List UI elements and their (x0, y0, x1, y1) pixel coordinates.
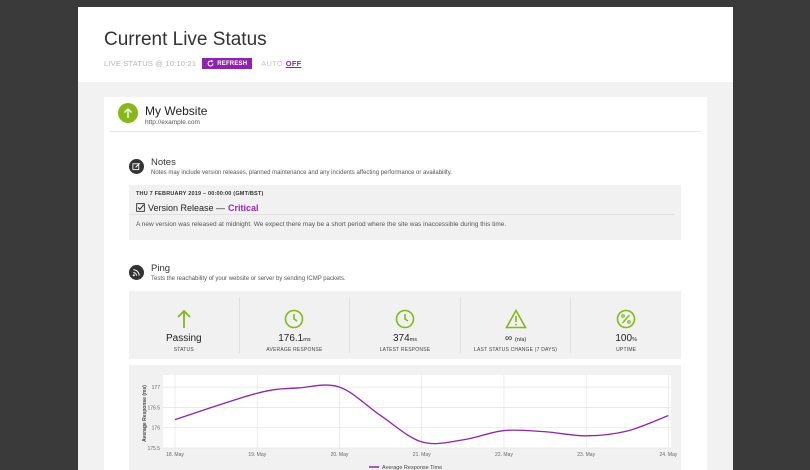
note-title-row: Version Release — Critical (129, 197, 675, 215)
chart-x-tick: 24. May (660, 452, 678, 458)
page-header: Current Live Status LIVE STATUS @ 10:10:… (78, 7, 733, 82)
percent-icon (616, 309, 636, 329)
stat-label: AVERAGE RESPONSE (266, 347, 323, 353)
response-chart-svg: 175.5 176 176.5 177 18. May 19. May 20. May 21.… (142, 375, 678, 470)
note-item: THU 7 FEBRUARY 2019 – 00:00:00 (GMT/BST)… (129, 185, 681, 240)
chart-x-tick: 21. May (413, 452, 431, 458)
stat-label: LATEST RESPONSE (379, 347, 431, 353)
stat-value: Passing (166, 333, 202, 344)
site-card: My Website http://example.com Notes Note… (104, 97, 707, 470)
refresh-button[interactable]: REFRESH (202, 58, 253, 69)
chart-x-tick: 20. May (331, 452, 349, 458)
page: Current Live Status LIVE STATUS @ 10:10:… (78, 7, 733, 470)
response-chart: 175.5 176 176.5 177 18. May 19. May 20. May 21.… (129, 365, 681, 470)
status-up-icon (118, 103, 138, 123)
stat-label: UPTIME (616, 347, 637, 353)
ping-description: Tests the reachability of your website o… (151, 276, 346, 282)
warning-icon (504, 309, 527, 329)
stat-status: Passing STATUS (129, 297, 240, 353)
notes-header: Notes Notes may include version releases… (129, 157, 452, 176)
note-date: THU 7 FEBRUARY 2019 – 00:00:00 (GMT/BST) (136, 191, 264, 197)
stat-average-response: 176.1ms AVERAGE RESPONSE (240, 297, 351, 353)
stat-uptime: 100% UPTIME (571, 297, 681, 353)
notes-description: Notes may include version releases, plan… (151, 170, 452, 176)
note-severity: Critical (228, 202, 259, 213)
chart-plot-area (163, 375, 671, 448)
live-status-timestamp: LIVE STATUS @ 10:10:21 (104, 59, 197, 68)
stat-value: 374ms (392, 333, 417, 344)
status-line: LIVE STATUS @ 10:10:21 REFRESH AUTO OFF (104, 58, 733, 69)
chart-y-axis-label: Average Response (ms) (142, 385, 148, 442)
stat-last-status-change: ∞ (n/a) LAST STATUS CHANGE (7 DAYS) (461, 297, 572, 353)
chart-y-tick: 176.5 (147, 405, 160, 411)
ping-signal-icon (129, 265, 144, 280)
refresh-icon (207, 60, 214, 67)
arrow-up-icon (176, 309, 192, 329)
chart-x-tick: 23. May (577, 452, 595, 458)
ping-stats: Passing STATUS 176.1ms AVERAGE RESPONSE … (129, 291, 681, 359)
clock-icon (395, 309, 415, 329)
clock-icon (284, 309, 304, 329)
chart-x-tick: 22. May (495, 452, 513, 458)
auto-label: AUTO (261, 59, 283, 68)
note-title: Version Release — (148, 202, 226, 213)
stat-value: ∞ (n/a) (504, 333, 527, 344)
note-body: A new version was released at midnight. … (136, 221, 507, 228)
stat-value: 176.1ms (278, 333, 311, 344)
chart-x-tick: 19. May (248, 452, 266, 458)
chart-y-tick: 176 (152, 426, 161, 432)
stat-label: LAST STATUS CHANGE (7 DAYS) (474, 347, 558, 353)
chart-y-tick: 175.5 (147, 446, 160, 452)
ping-title: Ping (151, 263, 171, 274)
auto-refresh-toggle[interactable]: OFF (286, 59, 302, 68)
chart-x-tick: 18. May (166, 452, 184, 458)
chart-legend-label: Average Response Time (382, 465, 442, 470)
notes-title: Notes (151, 157, 176, 168)
refresh-label: REFRESH (217, 60, 248, 67)
page-title: Current Live Status (104, 29, 267, 50)
notes-edit-icon (129, 159, 144, 174)
stat-latest-response: 374ms LATEST RESPONSE (350, 297, 461, 353)
site-name: My Website (145, 104, 208, 118)
ping-header: Ping Tests the reachability of your webs… (129, 263, 346, 282)
site-header: My Website http://example.com (110, 97, 701, 132)
checkbox-icon (136, 203, 145, 212)
chart-y-tick: 177 (152, 385, 161, 391)
stat-label: STATUS (173, 347, 194, 353)
site-url[interactable]: http://example.com (145, 119, 207, 126)
stat-value: 100% (615, 333, 637, 344)
